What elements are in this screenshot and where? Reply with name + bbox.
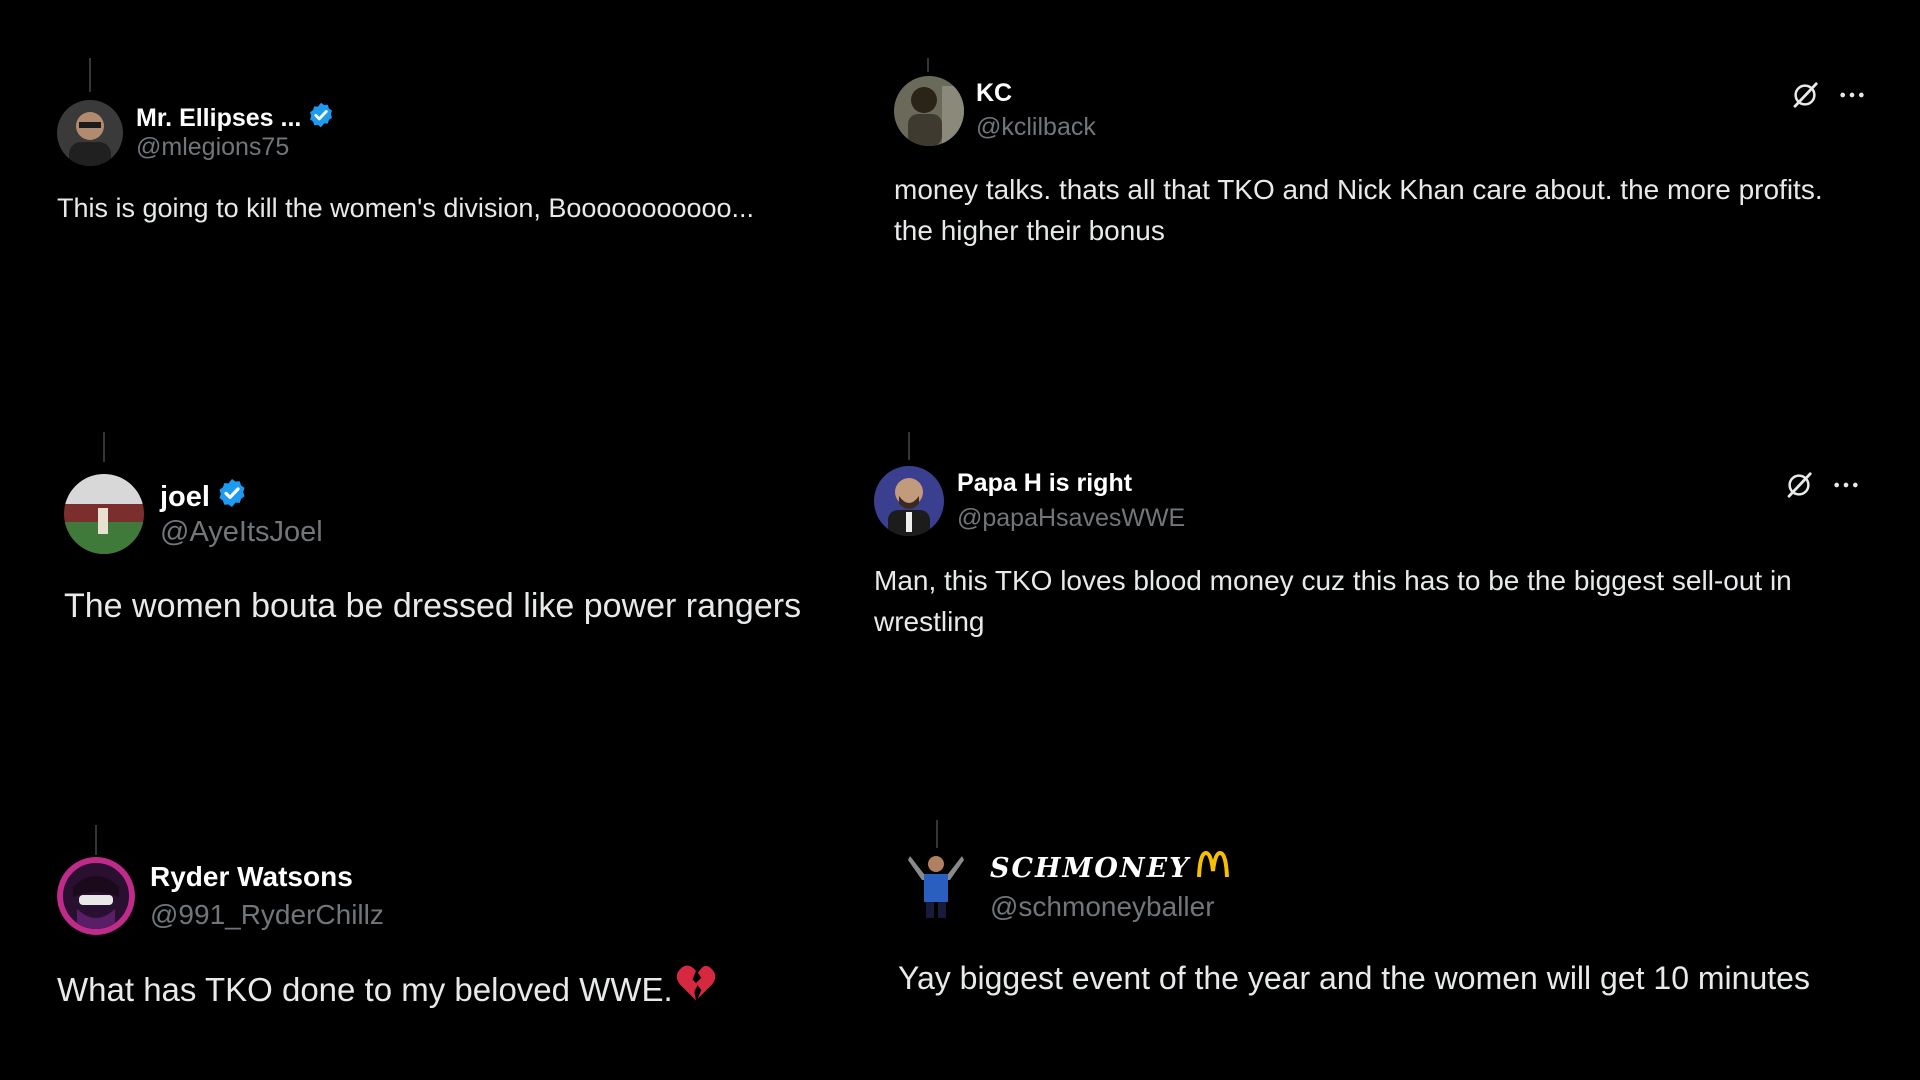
tweet-text: What has TKO done to my beloved WWE. [57, 970, 673, 1008]
display-name[interactable]: Papa H is right [957, 469, 1132, 498]
display-name[interactable]: Ryder Watsons [150, 861, 353, 893]
display-name[interactable]: Mr. Ellipses ... [136, 104, 301, 133]
avatar-image [874, 466, 944, 536]
thread-line [908, 432, 910, 460]
tweet-text-row: What has TKO done to my beloved WWE. [57, 963, 857, 1016]
avatar-image [900, 848, 972, 920]
more-icon[interactable] [1838, 81, 1866, 109]
tweet-text: Man, this TKO loves blood money cuz this… [874, 565, 1792, 637]
thread-line [95, 825, 97, 855]
handle[interactable]: @kclilback [976, 113, 1096, 142]
avatar[interactable] [57, 857, 135, 935]
avatar-image [57, 100, 123, 166]
handle[interactable]: @mlegions75 [136, 133, 289, 162]
display-name[interactable]: KC [976, 79, 1012, 108]
tweet-text: The women bouta be dressed like power ra… [64, 587, 802, 625]
avatar[interactable] [64, 474, 144, 554]
thread-line [927, 58, 929, 72]
broken-heart-icon [675, 963, 717, 1016]
more-icon[interactable] [1832, 471, 1860, 499]
display-name[interactable]: SCHMONEY [990, 853, 1190, 884]
avatar[interactable] [874, 466, 944, 536]
avatar[interactable] [894, 76, 964, 146]
grok-icon[interactable] [1790, 80, 1820, 110]
verified-badge-icon [216, 477, 248, 517]
handle[interactable]: @papaHsavesWWE [957, 504, 1185, 533]
tweet-text: money talks. thats all that TKO and Nick… [894, 174, 1823, 246]
tweet-text: This is going to kill the women's divisi… [57, 193, 755, 223]
display-name[interactable]: joel [160, 481, 210, 514]
grok-icon[interactable] [1784, 470, 1814, 500]
verified-badge-icon [307, 101, 335, 136]
avatar-image [64, 474, 144, 554]
tweet-text: Yay biggest event of the year and the wo… [898, 960, 1810, 996]
handle[interactable]: @AyeItsJoel [160, 516, 323, 549]
golden-arches-icon [1196, 850, 1230, 886]
handle[interactable]: @991_RyderChillz [150, 899, 384, 931]
avatar-image [57, 857, 135, 935]
avatar[interactable] [900, 848, 972, 920]
avatar-image [894, 76, 964, 146]
thread-line [89, 58, 91, 92]
avatar[interactable] [57, 100, 123, 166]
handle[interactable]: @schmoneyballer [990, 891, 1215, 923]
thread-line [103, 432, 105, 462]
thread-line [936, 820, 938, 850]
